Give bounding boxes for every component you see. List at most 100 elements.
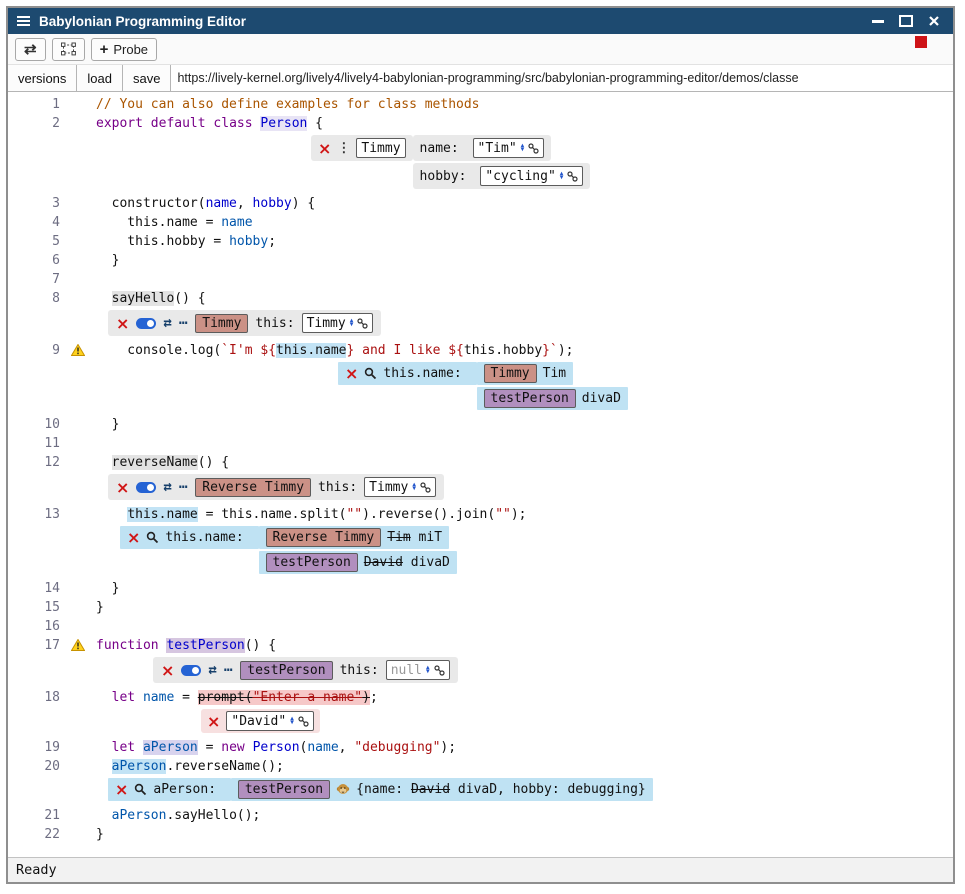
warning-icon — [71, 639, 85, 651]
this-label: this: — [255, 314, 294, 333]
link-icon[interactable] — [434, 665, 445, 676]
this-select[interactable]: null▲▼ — [386, 660, 450, 680]
field-value-box[interactable]: "cycling" ▲▼ — [480, 166, 583, 186]
code-token: aPerson — [112, 808, 167, 823]
value-text: Timmy — [307, 314, 346, 333]
code-token: miT — [411, 530, 442, 545]
example-badge[interactable]: Reverse Timmy — [266, 528, 382, 547]
example-badge[interactable]: Timmy — [484, 364, 537, 383]
delete-icon[interactable]: × — [116, 317, 129, 330]
probe-head: ×aPerson: — [108, 778, 231, 801]
code-token: } — [96, 253, 119, 268]
close-button[interactable] — [928, 15, 940, 27]
editor-line: 16 — [8, 617, 953, 636]
code-token: } and I like ${ — [346, 343, 463, 358]
code-token: aPerson — [143, 740, 198, 755]
example-badge[interactable]: testPerson — [238, 780, 330, 799]
line-gutter: 9 — [8, 341, 70, 360]
code-line: constructor(name, hobby) { — [70, 194, 315, 213]
delete-icon[interactable]: × — [161, 664, 174, 677]
example-name-input[interactable]: Timmy — [356, 138, 405, 158]
code-token: this.name = — [96, 215, 221, 230]
swap-icon[interactable]: ⇄ — [163, 314, 171, 333]
code-token: , — [339, 740, 355, 755]
probe-value: Reverse TimmyTim miT — [259, 526, 450, 549]
stepper-icon[interactable]: ▲▼ — [350, 319, 354, 328]
widget-row: × ⇄ ⋯ testPerson this: null▲▼ — [70, 655, 458, 688]
maximize-button[interactable] — [899, 15, 913, 27]
delete-icon[interactable]: × — [207, 715, 220, 728]
code-token: this.name — [127, 507, 197, 522]
toggle-switch[interactable] — [181, 665, 201, 676]
stepper-icon[interactable]: ▲▼ — [426, 666, 430, 675]
example-instance-widget: × ⇄ ⋯ Timmy this: Timmy ▲▼ — [108, 310, 381, 336]
code-line: aPerson.reverseName(); — [70, 757, 284, 776]
url-input[interactable] — [171, 65, 953, 91]
load-button[interactable]: load — [77, 65, 123, 91]
link-icon[interactable] — [567, 171, 578, 182]
probe-value-text: Tim — [543, 364, 566, 383]
more-icon[interactable]: ⋯ — [179, 478, 188, 497]
code-token: console.log( — [96, 343, 221, 358]
more-icon[interactable]: ⋯ — [224, 661, 233, 680]
code-token: testPerson — [166, 638, 244, 653]
replacement-value-box[interactable]: "David" ▲▼ — [226, 711, 313, 731]
editor-line: 2export default class Person { — [8, 114, 953, 133]
stepper-icon[interactable]: ▲▼ — [521, 144, 525, 153]
editor-line: 13 this.name = this.name.split("").rever… — [8, 505, 953, 524]
line-gutter: 3 — [8, 194, 70, 213]
delete-icon[interactable]: × — [318, 142, 331, 155]
editor-line: 21 aPerson.sayHello(); — [8, 806, 953, 825]
more-icon[interactable]: ⋯ — [179, 314, 188, 333]
this-select[interactable]: Timmy ▲▼ — [302, 313, 374, 333]
minimize-button[interactable] — [872, 20, 884, 23]
probe-widget: ×this.name: TimmyTimtestPersondivaD — [338, 362, 628, 410]
example-badge[interactable]: testPerson — [240, 661, 332, 680]
code-token: Person — [260, 116, 307, 131]
swap-probes-button[interactable]: ⇄ — [15, 38, 46, 61]
delete-icon[interactable]: × — [345, 367, 358, 380]
select-frame-button[interactable] — [52, 38, 85, 61]
value-text: "cycling" — [485, 167, 555, 186]
line-gutter: 6 — [8, 251, 70, 270]
value-text: Timmy — [369, 478, 408, 497]
link-icon[interactable] — [528, 143, 539, 154]
toggle-switch[interactable] — [136, 482, 156, 493]
stepper-icon[interactable]: ▲▼ — [290, 717, 294, 726]
title-bar[interactable]: Babylonian Programming Editor — [8, 8, 953, 34]
swap-icon[interactable]: ⇄ — [163, 478, 171, 497]
link-icon[interactable] — [357, 318, 368, 329]
example-badge[interactable]: testPerson — [484, 389, 576, 408]
add-probe-button[interactable]: +Probe — [91, 38, 157, 61]
link-icon[interactable] — [298, 716, 309, 727]
versions-button[interactable]: versions — [8, 65, 77, 91]
add-probe-label: Probe — [113, 42, 148, 57]
save-button[interactable]: save — [123, 65, 171, 91]
example-badge[interactable]: Timmy — [195, 314, 248, 333]
field-value-box[interactable]: "Tim"▲▼ — [473, 138, 545, 158]
editor-line: 14 } — [8, 579, 953, 598]
link-icon[interactable] — [420, 482, 431, 493]
this-label: this: — [340, 661, 379, 680]
delete-icon[interactable]: × — [127, 531, 140, 544]
menu-icon[interactable] — [17, 16, 30, 26]
toggle-switch[interactable] — [136, 318, 156, 329]
code-token: Person — [253, 740, 300, 755]
stepper-icon[interactable]: ▲▼ — [560, 172, 564, 181]
swap-icon[interactable]: ⇄ — [208, 661, 216, 680]
delete-icon[interactable]: × — [116, 481, 129, 494]
code-token: = — [174, 690, 197, 705]
delete-icon[interactable]: × — [115, 783, 128, 796]
drag-handle-icon[interactable]: ⋮ — [337, 139, 350, 158]
status-bar: Ready — [8, 857, 953, 882]
example-badge[interactable]: Reverse Timmy — [195, 478, 311, 497]
value-text: "David" — [231, 712, 286, 731]
monkey-icon — [336, 783, 350, 796]
this-select[interactable]: Timmy ▲▼ — [364, 477, 436, 497]
stepper-icon[interactable]: ▲▼ — [412, 483, 416, 492]
field-label: hobby: — [420, 167, 475, 186]
status-indicator — [915, 36, 927, 48]
code-editor[interactable]: 1// You can also define examples for cla… — [8, 92, 953, 857]
example-badge[interactable]: testPerson — [266, 553, 358, 572]
example-controls: × ⋮ Timmy — [311, 135, 413, 161]
